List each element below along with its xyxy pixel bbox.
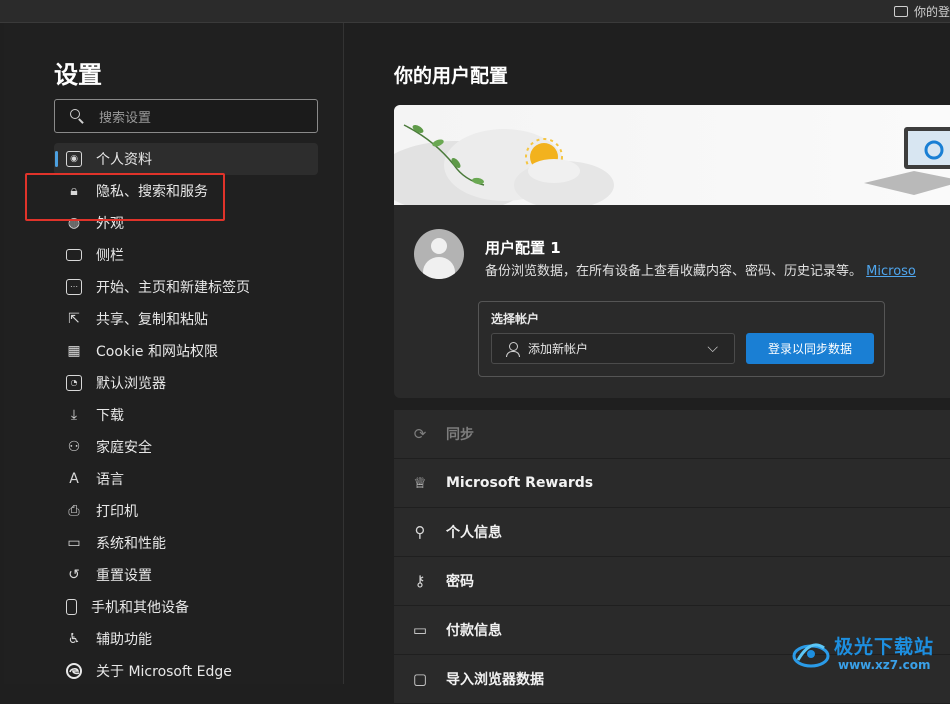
profile-menu-label: 你的登 bbox=[913, 4, 950, 19]
watermark-logo-icon bbox=[792, 643, 830, 668]
row-label: Microsoft Rewards bbox=[446, 475, 594, 491]
row-label: 付款信息 bbox=[446, 623, 502, 639]
sidebar-item-reset[interactable]: ↺ 重置设置 bbox=[54, 559, 318, 591]
watermark-name: 极光下载站 bbox=[834, 636, 935, 658]
account-selector-box: 选择帐户 添加新帐户 ⌵ 登录以同步数据 bbox=[478, 301, 885, 377]
sidebar-item-languages[interactable]: A 语言 bbox=[54, 463, 318, 495]
sidebar-item-downloads[interactable]: ⤓ 下载 bbox=[54, 399, 318, 431]
microsoft-link[interactable]: Microso bbox=[866, 264, 916, 279]
sidebar-item-about[interactable]: 关于 Microsoft Edge bbox=[54, 655, 318, 687]
sidebar-item-label: 家庭安全 bbox=[96, 440, 152, 456]
sidebar-item-label: 开始、主页和新建标签页 bbox=[96, 280, 250, 296]
sync-icon: ⟳ bbox=[413, 425, 427, 443]
laptop-icon: ▭ bbox=[67, 535, 81, 551]
import-icon: ▢ bbox=[412, 670, 428, 688]
sidebar-title: 设置 bbox=[54, 61, 102, 89]
sidebar-item-label: 重置设置 bbox=[96, 568, 152, 584]
sidebar-item-cookies[interactable]: ▦ Cookie 和网站权限 bbox=[54, 335, 318, 367]
download-icon: ⤓ bbox=[70, 407, 78, 423]
person-icon bbox=[506, 341, 520, 357]
privacy-highlight-box bbox=[25, 173, 225, 221]
sidebar-item-family[interactable]: ⚇ 家庭安全 bbox=[54, 431, 318, 463]
account-label: 选择帐户 bbox=[491, 312, 540, 326]
avatar[interactable] bbox=[414, 229, 464, 279]
profile-banner bbox=[394, 105, 950, 213]
chevron-down-icon: ⌵ bbox=[707, 340, 718, 356]
sidebar-item-system[interactable]: ▭ 系统和性能 bbox=[54, 527, 318, 559]
row-label: 导入浏览器数据 bbox=[446, 672, 544, 688]
personal-info-icon: ⚲ bbox=[414, 523, 426, 541]
sidebar-item-label: 共享、复制和粘贴 bbox=[96, 312, 208, 328]
page-title: 你的用户配置 bbox=[394, 65, 509, 87]
title-bar: 你的登 bbox=[0, 0, 950, 23]
rewards-icon: ♕ bbox=[413, 474, 427, 492]
default-browser-icon: ◔ bbox=[66, 375, 82, 391]
sidebar-item-label: Cookie 和网站权限 bbox=[96, 344, 218, 360]
window-icon bbox=[893, 5, 908, 17]
search-placeholder: 搜索设置 bbox=[99, 110, 152, 126]
watermark-url: www.xz7.com bbox=[838, 658, 931, 672]
profile-menu[interactable]: 你的登 bbox=[893, 0, 950, 22]
profile-card: 用户配置 1 备份浏览数据，在所有设备上查看收藏内容、密码、历史记录等。 Mic… bbox=[394, 105, 950, 398]
printer-icon: ⎙ bbox=[68, 503, 80, 519]
sidebar-item-label: 默认浏览器 bbox=[96, 376, 166, 392]
sidebar-item-default-browser[interactable]: ◔ 默认浏览器 bbox=[54, 367, 318, 399]
profile-icon: ◉ bbox=[66, 151, 82, 167]
profile-name: 用户配置 1 bbox=[485, 239, 561, 257]
share-icon: ⇱ bbox=[68, 311, 80, 327]
sidebar-item-label: 侧栏 bbox=[96, 248, 124, 264]
sidebar-item-label: 辅助功能 bbox=[96, 632, 152, 648]
main-content: 你的用户配置 用户配置 1 备份浏览数据，在所有设备上查看收藏内容、密码、历史记… bbox=[344, 23, 950, 704]
family-icon: ⚇ bbox=[67, 439, 81, 455]
sign-in-sync-button[interactable]: 登录以同步数据 bbox=[746, 333, 874, 364]
settings-sidebar: 设置 搜索设置 ◉ 个人资料 🔒︎ 隐私、搜索和服务 ◍ 外观 侧栏 ⋯ 开始、… bbox=[4, 23, 344, 684]
sidebar-item-share[interactable]: ⇱ 共享、复制和粘贴 bbox=[54, 303, 318, 335]
sidebar-item-label: 下载 bbox=[96, 408, 124, 424]
sidebar-item-printers[interactable]: ⎙ 打印机 bbox=[54, 495, 318, 527]
profile-description: 备份浏览数据，在所有设备上查看收藏内容、密码、历史记录等。 Microso bbox=[485, 260, 916, 279]
sidebar-panel-icon bbox=[66, 249, 82, 261]
search-input[interactable]: 搜索设置 bbox=[54, 99, 318, 133]
watermark: 极光下载站 www.xz7.com bbox=[792, 630, 942, 680]
settings-nav: ◉ 个人资料 🔒︎ 隐私、搜索和服务 ◍ 外观 侧栏 ⋯ 开始、主页和新建标签页… bbox=[54, 143, 318, 687]
account-dropdown[interactable]: 添加新帐户 ⌵ bbox=[491, 333, 735, 364]
cookie-permissions-icon: ▦ bbox=[67, 343, 81, 359]
key-icon: ⚷ bbox=[414, 572, 426, 590]
sidebar-item-accessibility[interactable]: ♿︎ 辅助功能 bbox=[54, 623, 318, 655]
edge-logo-icon bbox=[66, 663, 82, 679]
home-tab-icon: ⋯ bbox=[66, 279, 82, 295]
language-icon: A bbox=[69, 471, 79, 487]
sidebar-item-label: 个人资料 bbox=[96, 152, 152, 168]
row-microsoft-rewards[interactable]: ♕ Microsoft Rewards bbox=[394, 459, 950, 508]
row-personal-info[interactable]: ⚲ 个人信息 bbox=[394, 508, 950, 557]
sidebar-item-phone-devices[interactable]: 手机和其他设备 bbox=[54, 591, 318, 623]
sidebar-item-label: 关于 Microsoft Edge bbox=[96, 664, 232, 680]
sidebar-item-profile[interactable]: ◉ 个人资料 bbox=[54, 143, 318, 175]
row-label: 同步 bbox=[446, 427, 474, 443]
reset-icon: ↺ bbox=[68, 567, 80, 583]
account-dropdown-value: 添加新帐户 bbox=[528, 342, 589, 356]
search-icon bbox=[69, 108, 85, 124]
profile-description-text: 备份浏览数据，在所有设备上查看收藏内容、密码、历史记录等。 bbox=[485, 264, 863, 279]
row-passwords[interactable]: ⚷ 密码 bbox=[394, 557, 950, 606]
row-sync[interactable]: ⟳ 同步 bbox=[394, 410, 950, 459]
sidebar-item-sidebar[interactable]: 侧栏 bbox=[54, 239, 318, 271]
row-label: 密码 bbox=[446, 574, 474, 590]
sidebar-item-label: 手机和其他设备 bbox=[91, 600, 189, 616]
phone-icon bbox=[66, 599, 77, 615]
banner-illustration bbox=[394, 124, 950, 213]
sidebar-item-label: 语言 bbox=[96, 472, 124, 488]
sidebar-item-label: 系统和性能 bbox=[96, 536, 166, 552]
accessibility-icon: ♿︎ bbox=[67, 631, 81, 647]
card-icon: ▭ bbox=[412, 621, 428, 639]
row-label: 个人信息 bbox=[446, 525, 502, 541]
sidebar-item-start-home[interactable]: ⋯ 开始、主页和新建标签页 bbox=[54, 271, 318, 303]
sidebar-item-label: 打印机 bbox=[96, 504, 138, 520]
